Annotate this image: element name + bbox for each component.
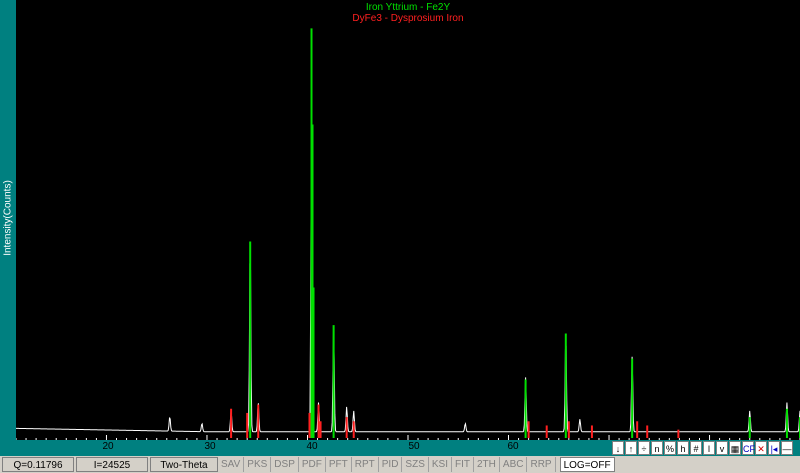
- 2th-button[interactable]: 2TH: [474, 457, 500, 472]
- l-button[interactable]: l: [703, 441, 715, 455]
- scroll-up-button[interactable]: ↑: [625, 441, 637, 455]
- divide-button[interactable]: ÷: [638, 441, 650, 455]
- rpt-button[interactable]: RPT: [352, 457, 379, 472]
- go-start-icon[interactable]: |◂: [768, 441, 780, 455]
- log-toggle[interactable]: LOG=OFF: [559, 457, 615, 472]
- pks-button[interactable]: PKS: [244, 457, 272, 472]
- x-tick-label: 30: [204, 441, 216, 452]
- h-button[interactable]: h: [677, 441, 689, 455]
- q-value: Q=0.11796: [2, 457, 74, 472]
- scroll-down-button[interactable]: ↓: [612, 441, 624, 455]
- x-tick-label: 50: [408, 441, 420, 452]
- v-button[interactable]: v: [716, 441, 728, 455]
- y-axis-bar: Intensity(Counts): [0, 0, 16, 456]
- x-tick-label: 40: [306, 441, 318, 452]
- minus-icon[interactable]: —: [781, 441, 793, 455]
- x-tick-label: 20: [102, 441, 114, 452]
- xrd-window: Intensity(Counts) Iron Yttrium - Fe2Y Dy…: [0, 0, 800, 473]
- legend-dyfe3: DyFe3 - Dysprosium Iron: [352, 13, 464, 24]
- dsp-button[interactable]: DSP: [271, 457, 299, 472]
- percent-button[interactable]: %: [664, 441, 676, 455]
- intensity-value: I=24525: [76, 457, 148, 472]
- abc-button[interactable]: ABC: [500, 457, 528, 472]
- szs-button[interactable]: SZS: [402, 457, 429, 472]
- close-icon[interactable]: ✕: [755, 441, 767, 455]
- rrp-button[interactable]: RRP: [527, 457, 556, 472]
- n-button[interactable]: n: [651, 441, 663, 455]
- cf-button[interactable]: CF: [742, 441, 755, 455]
- plot-toolbar: ↓ ↑ ÷ n % h # l v ▦ CF ✕ |◂ —: [612, 441, 794, 456]
- pdf-button[interactable]: PDF: [299, 457, 326, 472]
- hash-button[interactable]: #: [690, 441, 702, 455]
- measured-profile-line: [16, 137, 800, 433]
- grid-icon[interactable]: ▦: [729, 441, 741, 455]
- sav-button[interactable]: SAV: [218, 457, 245, 472]
- pid-button[interactable]: PID: [379, 457, 403, 472]
- status-bar: Q=0.11796 I=24525 Two-Theta SAV PKS DSP …: [0, 456, 800, 473]
- pft-button[interactable]: PFT: [326, 457, 352, 472]
- scan-mode[interactable]: Two-Theta: [150, 457, 218, 472]
- legend-fe2y: Iron Yttrium - Fe2Y: [365, 2, 451, 13]
- fit-button[interactable]: FIT: [452, 457, 474, 472]
- diffraction-plot: [16, 28, 800, 440]
- y-axis-label: Intensity(Counts): [2, 180, 14, 256]
- ksi-button[interactable]: KSI: [429, 457, 452, 472]
- x-tick-label: 60: [507, 441, 519, 452]
- plot-area[interactable]: Iron Yttrium - Fe2Y DyFe3 - Dysprosium I…: [16, 0, 800, 440]
